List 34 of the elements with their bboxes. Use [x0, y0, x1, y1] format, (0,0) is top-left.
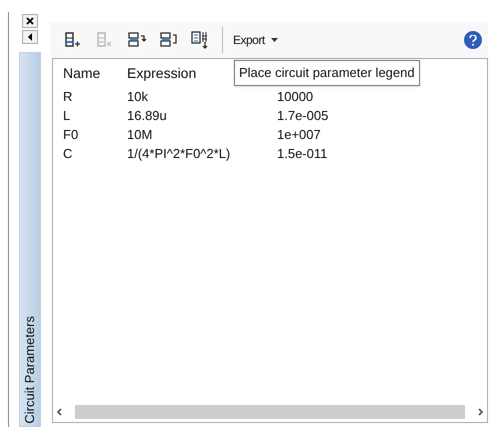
table-cell-text: 1.5e-011	[277, 144, 328, 163]
column-header[interactable]: Name	[63, 62, 127, 84]
caret-icon	[270, 38, 278, 42]
question-icon	[469, 34, 477, 46]
list-add-icon	[64, 31, 82, 49]
table-row[interactable]: C 1/(4*PI^2*F0^2*L) 1.5e-011	[53, 144, 487, 163]
side-tab[interactable]: Circuit Parameters	[18, 52, 40, 427]
table-cell-text: L	[63, 106, 72, 125]
table-cell-text: 1.7e-005	[277, 106, 328, 125]
table-cell-text: 10M	[127, 126, 154, 144]
side-tab-title: Circuit Parameters	[20, 316, 38, 424]
table-row[interactable]: L 16.89u 1.7e-005	[53, 106, 487, 125]
list-arrow-icon	[159, 31, 179, 49]
left-arrow-icon	[26, 33, 32, 41]
table-row[interactable]: F0 10M 1e+007	[53, 125, 487, 144]
table-cell-text: F0	[63, 126, 80, 144]
close-icon	[26, 17, 34, 25]
list-remove-icon	[96, 31, 114, 49]
table-cell-text: 1/(4*PI^2*F0^2*L)	[127, 144, 232, 163]
table-row[interactable]: R 10k 10000	[53, 87, 487, 106]
table-cell-text: 10k	[127, 88, 149, 106]
scrollbar-thumb[interactable]	[75, 404, 465, 418]
table-cell-text: R	[63, 88, 74, 106]
table-cell-text: 10000	[277, 88, 314, 106]
export-menu[interactable]: Export	[233, 31, 278, 49]
list-arrow-icon	[127, 31, 147, 49]
table-cell-text: 16.89u	[127, 106, 168, 125]
tooltip: Place circuit parameter legend	[234, 60, 420, 86]
pin-button[interactable]	[22, 30, 38, 44]
table-cell-text: 1e+007	[277, 126, 321, 144]
table-cell-text: C	[63, 144, 74, 163]
help-button[interactable]	[464, 31, 482, 49]
close-button[interactable]	[22, 14, 38, 28]
horizontal-scrollbar[interactable]	[55, 403, 485, 420]
